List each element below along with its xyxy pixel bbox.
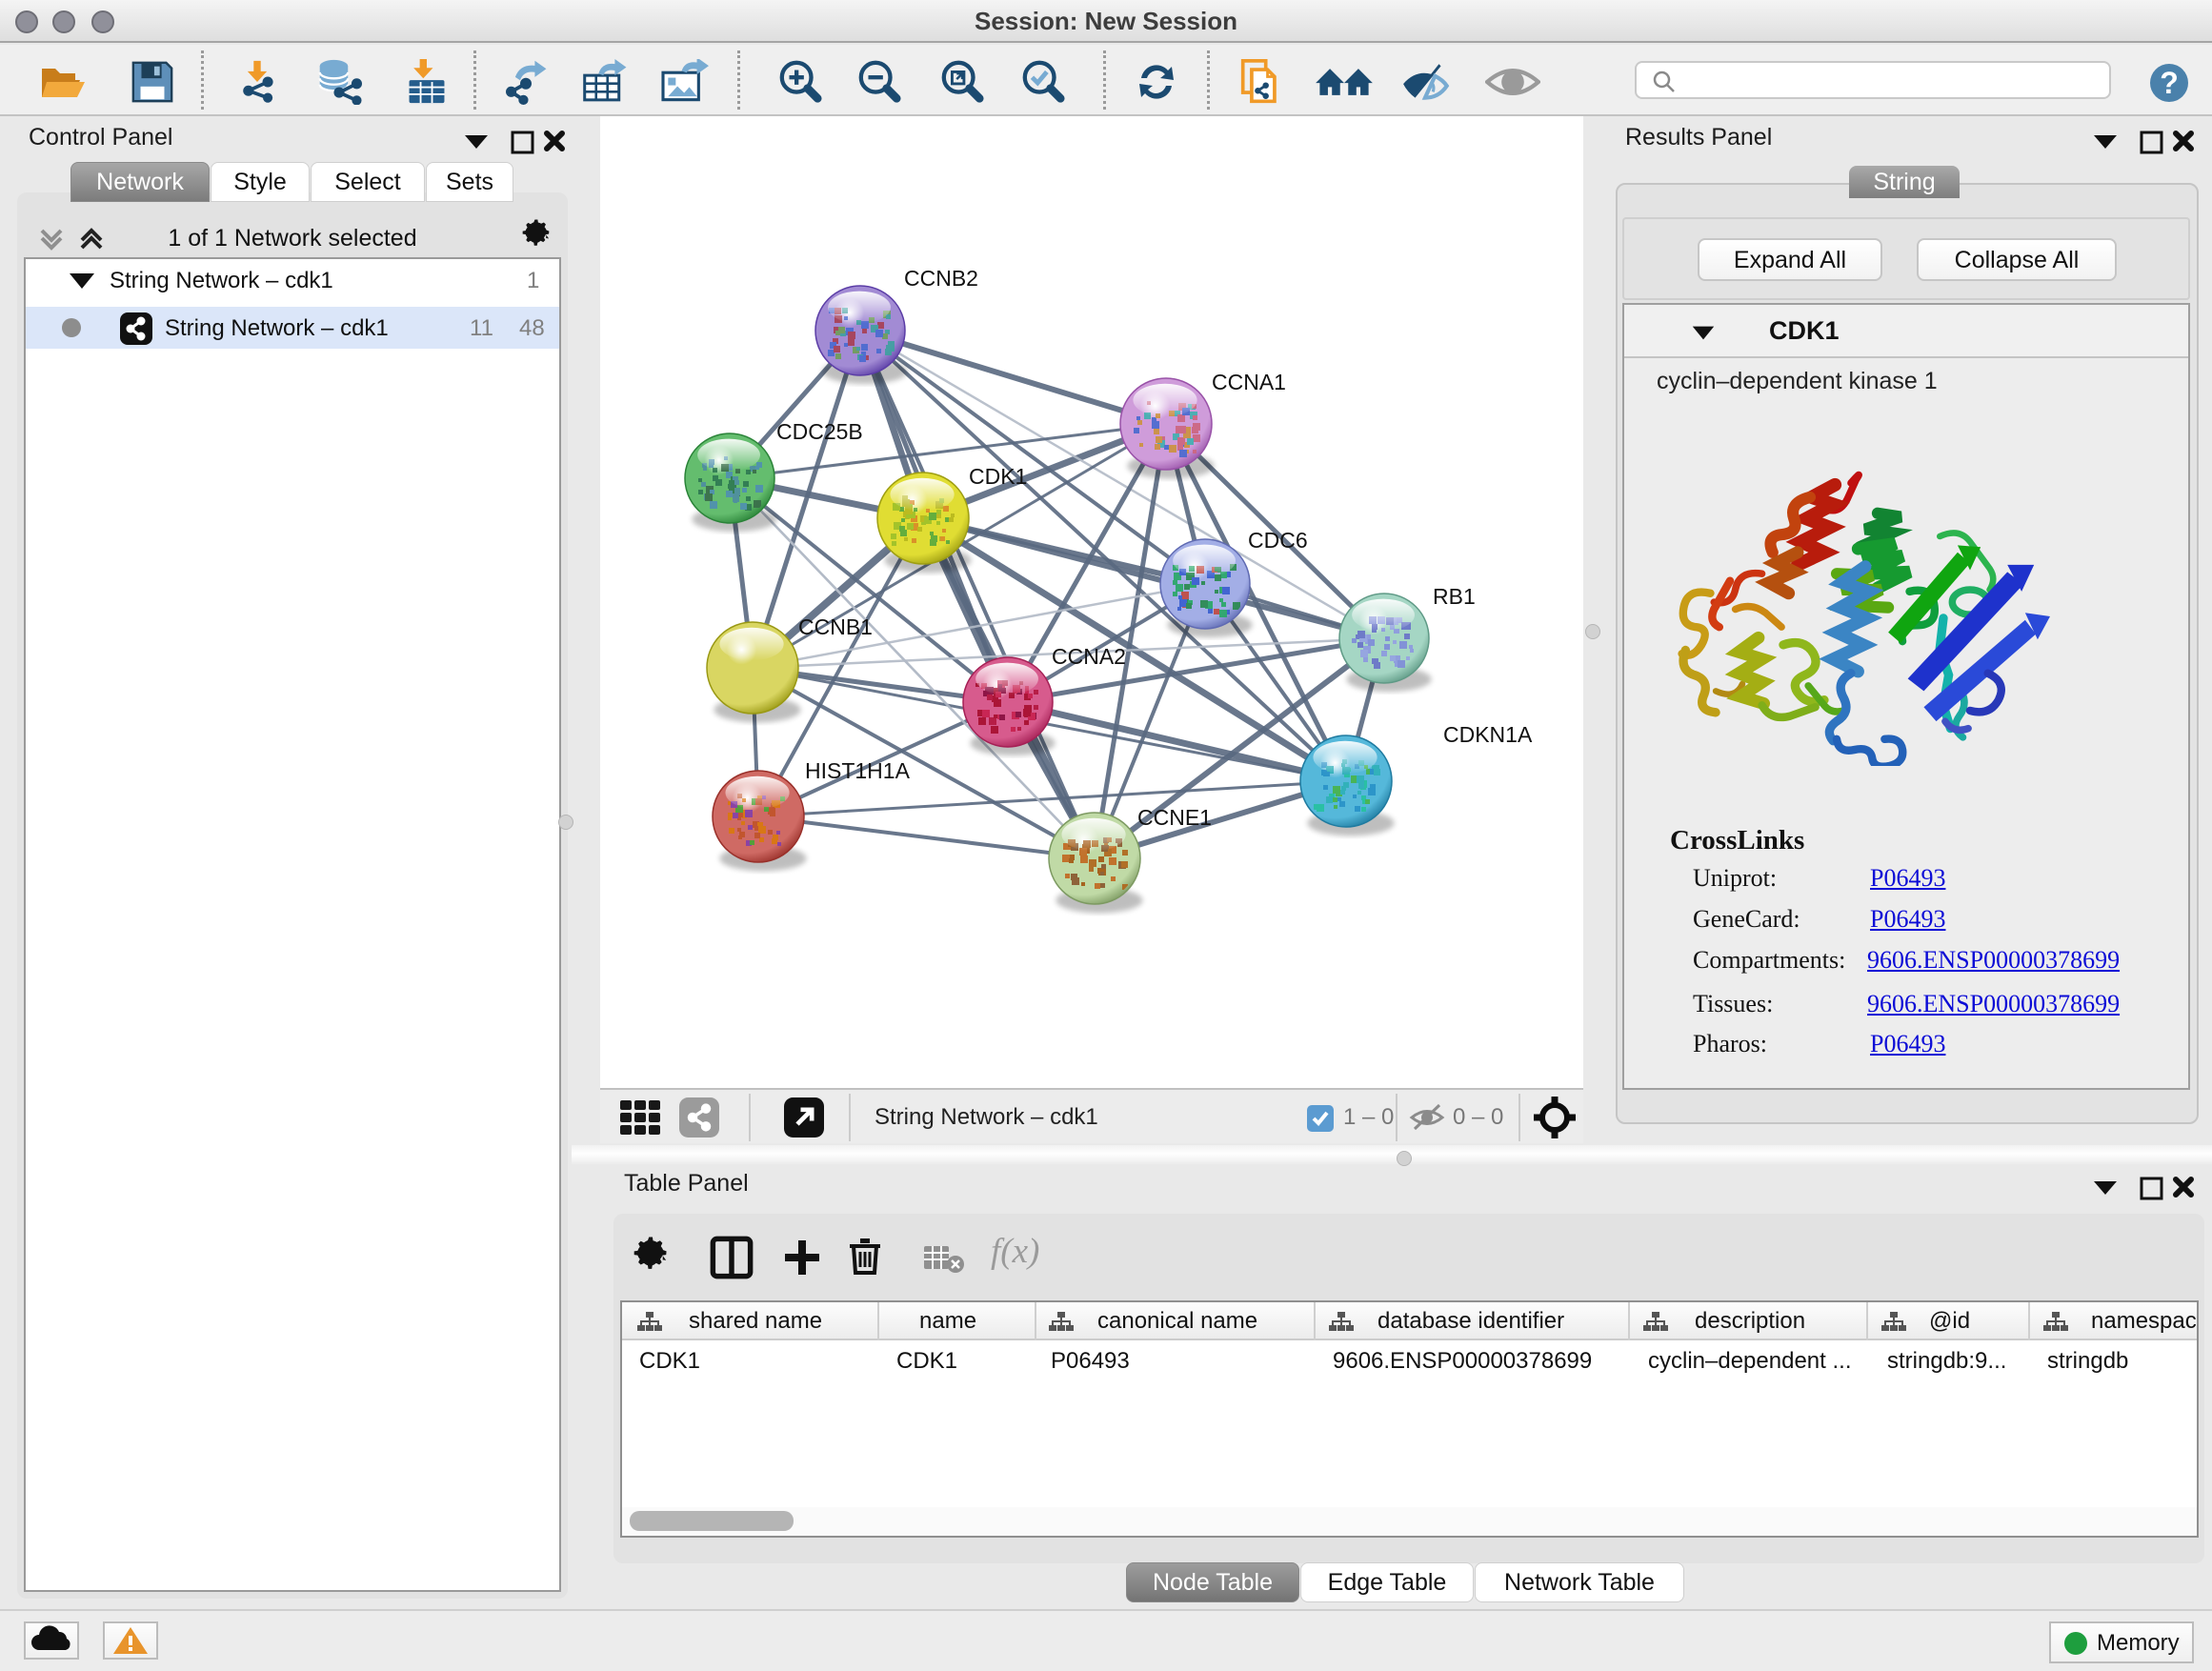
svg-text:RB1: RB1 xyxy=(1433,584,1476,609)
svg-text:HIST1H1A: HIST1H1A xyxy=(805,758,911,783)
svg-text:CDC6: CDC6 xyxy=(1248,528,1308,553)
svg-text:?: ? xyxy=(2160,66,2179,100)
svg-text:CDC25B: CDC25B xyxy=(776,419,863,444)
svg-text:CCNA2: CCNA2 xyxy=(1052,644,1126,669)
svg-text:CCNA1: CCNA1 xyxy=(1212,370,1286,394)
svg-text:CCNE1: CCNE1 xyxy=(1137,805,1212,830)
svg-text:CDK1: CDK1 xyxy=(969,464,1027,489)
svg-text:CCNB1: CCNB1 xyxy=(798,614,873,639)
svg-text:CCNB2: CCNB2 xyxy=(904,266,978,291)
svg-text:CDKN1A: CDKN1A xyxy=(1443,722,1533,747)
